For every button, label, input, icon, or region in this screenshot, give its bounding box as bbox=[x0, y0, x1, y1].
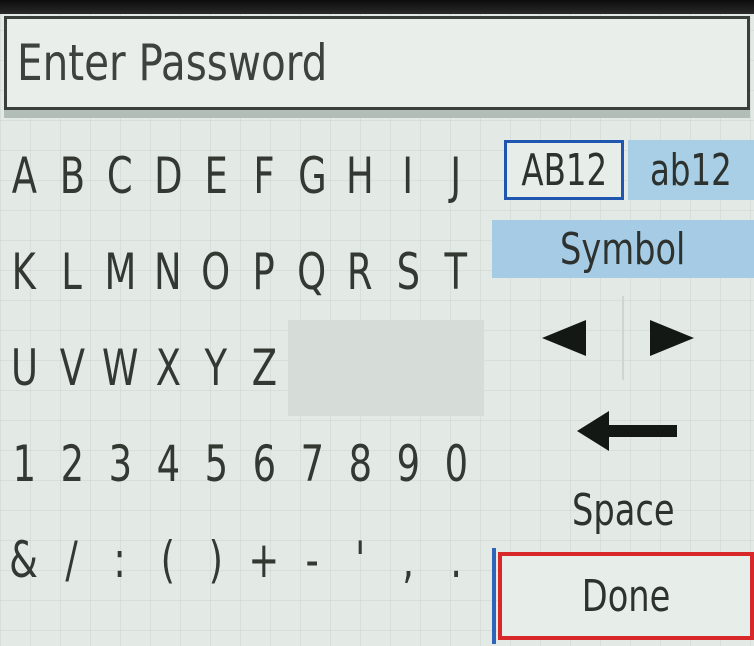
key-5[interactable]: 5 bbox=[192, 416, 240, 512]
key-9[interactable]: 9 bbox=[384, 416, 432, 512]
key-6[interactable]: 6 bbox=[240, 416, 288, 512]
key-minus[interactable]: - bbox=[288, 512, 336, 608]
key-G[interactable]: G bbox=[288, 128, 336, 224]
key-X[interactable]: X bbox=[144, 320, 192, 416]
key-N[interactable]: N bbox=[144, 224, 192, 320]
key-period[interactable]: . bbox=[432, 512, 480, 608]
key-3[interactable]: 3 bbox=[96, 416, 144, 512]
key-open-paren[interactable]: ( bbox=[144, 512, 192, 608]
key-H[interactable]: H bbox=[336, 128, 384, 224]
empty-key-area bbox=[288, 320, 484, 416]
cursor-right-button[interactable] bbox=[622, 298, 722, 378]
control-panel: AB12 ab12 Symbol Space Done bbox=[492, 128, 754, 646]
key-8[interactable]: 8 bbox=[336, 416, 384, 512]
key-0[interactable]: 0 bbox=[432, 416, 480, 512]
triangle-right-icon bbox=[650, 320, 694, 356]
key-J[interactable]: J bbox=[432, 128, 480, 224]
done-button[interactable]: Done bbox=[498, 552, 754, 640]
done-focus-edge bbox=[492, 548, 496, 644]
key-W[interactable]: W bbox=[96, 320, 144, 416]
key-C[interactable]: C bbox=[96, 128, 144, 224]
key-4[interactable]: 4 bbox=[144, 416, 192, 512]
key-Y[interactable]: Y bbox=[192, 320, 240, 416]
key-plus[interactable]: + bbox=[240, 512, 288, 608]
key-slash[interactable]: / bbox=[48, 512, 96, 608]
key-P[interactable]: P bbox=[240, 224, 288, 320]
key-F[interactable]: F bbox=[240, 128, 288, 224]
key-V[interactable]: V bbox=[48, 320, 96, 416]
key-L[interactable]: L bbox=[48, 224, 96, 320]
key-apostrophe[interactable]: ' bbox=[336, 512, 384, 608]
top-bezel bbox=[0, 0, 754, 14]
printer-lcd-screen: Enter Password A B C D E F G H I J K L M… bbox=[0, 0, 754, 646]
key-U[interactable]: U bbox=[0, 320, 48, 416]
key-1[interactable]: 1 bbox=[0, 416, 48, 512]
key-T[interactable]: T bbox=[432, 224, 480, 320]
backspace-arrow-icon bbox=[577, 411, 677, 451]
key-A[interactable]: A bbox=[0, 128, 48, 224]
key-R[interactable]: R bbox=[336, 224, 384, 320]
triangle-left-icon bbox=[542, 320, 586, 356]
key-ampersand[interactable]: & bbox=[0, 512, 48, 608]
key-I[interactable]: I bbox=[384, 128, 432, 224]
key-S[interactable]: S bbox=[384, 224, 432, 320]
key-2[interactable]: 2 bbox=[48, 416, 96, 512]
space-button[interactable]: Space bbox=[492, 478, 754, 542]
key-Z[interactable]: Z bbox=[240, 320, 288, 416]
key-M[interactable]: M bbox=[96, 224, 144, 320]
key-7[interactable]: 7 bbox=[288, 416, 336, 512]
uppercase-mode-button[interactable]: AB12 bbox=[504, 140, 624, 200]
key-comma[interactable]: , bbox=[384, 512, 432, 608]
key-B[interactable]: B bbox=[48, 128, 96, 224]
field-divider bbox=[4, 110, 750, 118]
key-close-paren[interactable]: ) bbox=[192, 512, 240, 608]
page-title: Enter Password bbox=[17, 34, 328, 92]
password-entry-field[interactable]: Enter Password bbox=[4, 16, 750, 110]
key-E[interactable]: E bbox=[192, 128, 240, 224]
character-keyboard: A B C D E F G H I J K L M N O P Q R S T … bbox=[0, 128, 484, 646]
key-K[interactable]: K bbox=[0, 224, 48, 320]
key-colon[interactable]: : bbox=[96, 512, 144, 608]
key-D[interactable]: D bbox=[144, 128, 192, 224]
symbol-mode-button[interactable]: Symbol bbox=[492, 220, 754, 278]
key-Q[interactable]: Q bbox=[288, 224, 336, 320]
cursor-left-button[interactable] bbox=[514, 298, 614, 378]
key-O[interactable]: O bbox=[192, 224, 240, 320]
backspace-button[interactable] bbox=[552, 396, 702, 466]
lowercase-mode-button[interactable]: ab12 bbox=[628, 140, 754, 200]
